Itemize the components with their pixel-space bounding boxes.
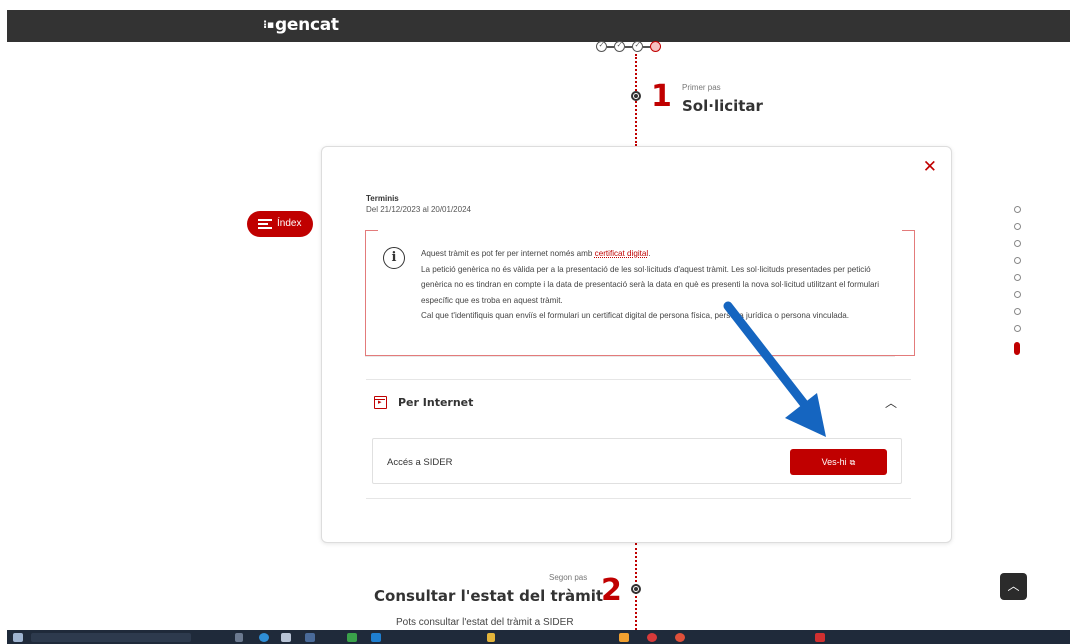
taskbar-app-icon[interactable]	[371, 633, 381, 642]
taskbar-app-icon[interactable]	[675, 633, 685, 642]
taskbar-app-icon[interactable]	[281, 633, 291, 642]
taskbar-app-icon[interactable]	[347, 633, 357, 642]
side-nav-dot[interactable]	[1013, 325, 1021, 332]
side-nav-dot[interactable]	[1013, 274, 1021, 281]
side-nav-dot[interactable]	[1013, 257, 1021, 264]
taskbar-pdf-icon[interactable]	[815, 633, 825, 642]
step-2-kicker: Segon pas	[549, 573, 588, 582]
step-2-description: Pots consultar l'estat del tràmit a SIDE…	[396, 617, 574, 628]
side-nav-dot[interactable]	[1013, 206, 1021, 213]
side-section-nav	[1012, 206, 1022, 365]
taskbar-app-icon[interactable]	[305, 633, 315, 642]
taskbar-app-icon[interactable]	[235, 633, 243, 642]
annotation-arrow-icon	[723, 301, 826, 437]
side-nav-dot[interactable]	[1013, 240, 1021, 247]
taskbar-search-box[interactable]	[31, 633, 191, 642]
os-taskbar	[7, 630, 1070, 644]
step-2-title: Consultar l'estat del tràmit	[374, 587, 604, 605]
step-2-number: 2	[601, 573, 622, 608]
start-icon[interactable]	[13, 633, 23, 642]
side-nav-dot[interactable]	[1013, 223, 1021, 230]
side-nav-dot[interactable]	[1013, 308, 1021, 315]
taskbar-browser-icon[interactable]	[259, 633, 269, 642]
side-nav-dot[interactable]	[1013, 291, 1021, 298]
taskbar-app-icon[interactable]	[647, 633, 657, 642]
scroll-to-top-button[interactable]: ︿	[1000, 573, 1027, 600]
taskbar-folder-icon[interactable]	[487, 633, 495, 642]
timeline-node-step-2	[631, 584, 641, 594]
side-nav-dot-current[interactable]	[1014, 342, 1020, 355]
taskbar-app-icon[interactable]	[619, 633, 629, 642]
